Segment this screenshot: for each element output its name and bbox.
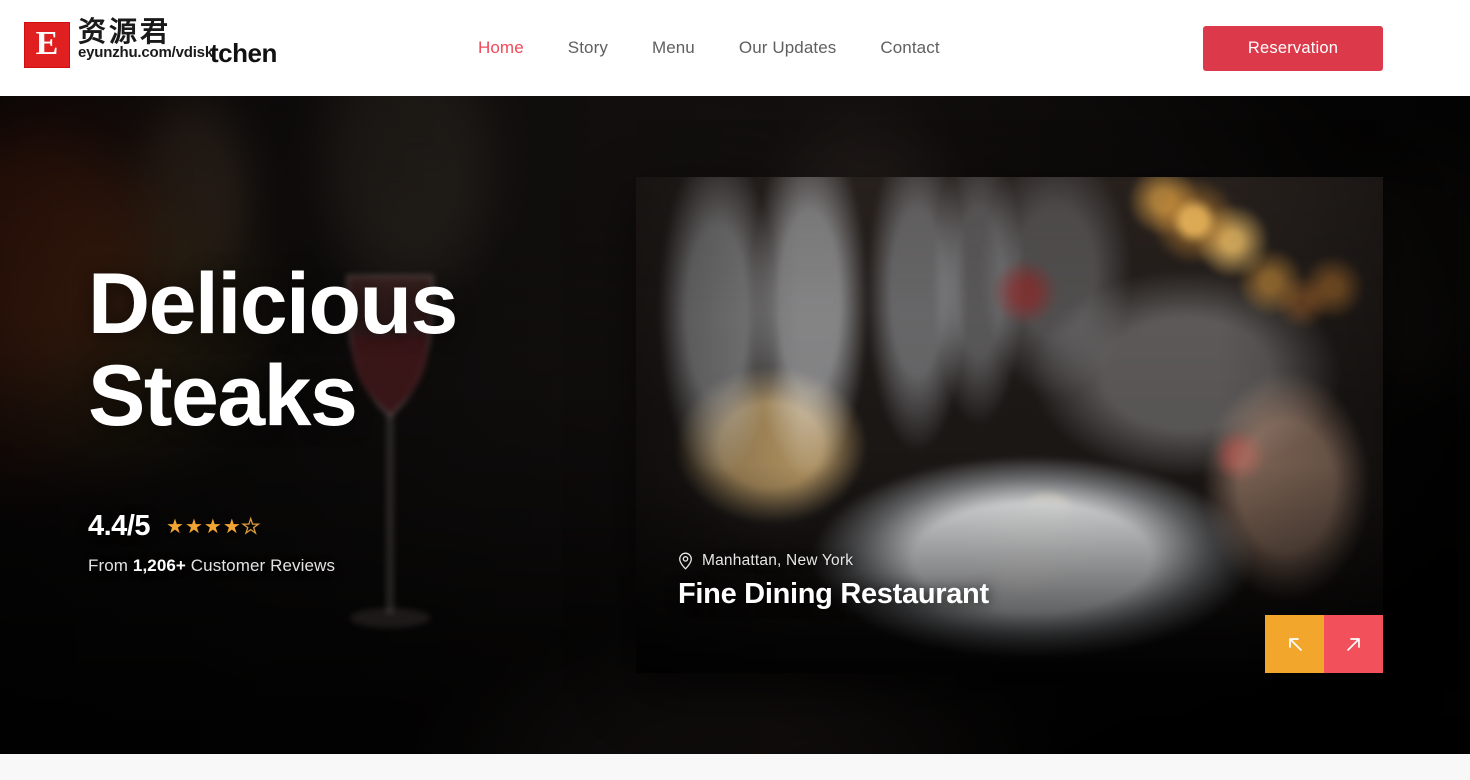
nav-item-story[interactable]: Story <box>568 38 608 58</box>
main-navigation: Home Story Menu Our Updates Contact <box>478 0 940 96</box>
carousel-controls <box>1265 615 1383 673</box>
card-caption: Manhattan, New York Fine Dining Restaura… <box>678 552 989 611</box>
map-pin-icon <box>679 552 692 570</box>
rating-row: 4.4/5 ★ ★ ★ ★ ★ <box>88 510 608 543</box>
rating-subtitle: From 1,206+ Customer Reviews <box>88 556 608 576</box>
card-location-text: Manhattan, New York <box>702 552 854 569</box>
hero-title: Delicious Steaks <box>88 258 608 442</box>
card-location: Manhattan, New York <box>678 552 989 570</box>
watermark-text: 资源君 eyunzhu.com/vdisk <box>78 17 213 62</box>
brand-name: tchen <box>210 38 277 68</box>
watermark-badge-icon: E <box>24 22 70 68</box>
hero-content: Delicious Steaks 4.4/5 ★ ★ ★ ★ ★ From 1,… <box>88 258 608 576</box>
star-empty-icon: ★ <box>241 515 260 538</box>
nav-item-menu[interactable]: Menu <box>652 38 695 58</box>
carousel-next-button[interactable] <box>1324 615 1383 673</box>
arrow-up-left-icon <box>1288 638 1302 651</box>
hero-section: Delicious Steaks 4.4/5 ★ ★ ★ ★ ★ From 1,… <box>0 96 1470 754</box>
star-filled-icon: ★ <box>184 515 203 538</box>
landing-page: tchen E 资源君 eyunzhu.com/vdisk Home Story… <box>0 0 1470 780</box>
star-filled-icon: ★ <box>166 515 184 538</box>
card-title: Fine Dining Restaurant <box>678 578 989 610</box>
reviews-count: 1,206+ <box>132 556 186 576</box>
next-section <box>0 754 1470 780</box>
watermark-cn-text: 资源君 <box>78 17 172 48</box>
hero-title-line-2: Steaks <box>88 348 358 445</box>
watermark-overlay: E 资源君 eyunzhu.com/vdisk <box>24 18 213 68</box>
nav-item-our-updates[interactable]: Our Updates <box>739 38 836 58</box>
arrow-up-right-icon <box>1346 638 1360 651</box>
watermark-url-text: eyunzhu.com/vdisk <box>78 44 213 62</box>
star-filled-icon: ★ <box>203 515 222 538</box>
star-filled-icon: ★ <box>222 515 241 538</box>
reservation-button[interactable]: Reservation <box>1203 26 1383 71</box>
hero-title-line-1: Delicious <box>88 256 458 352</box>
reviews-prefix: From <box>88 556 133 576</box>
rating-score: 4.4/5 <box>88 510 151 543</box>
carousel-prev-button[interactable] <box>1265 615 1324 673</box>
reviews-suffix: Customer Reviews <box>185 556 336 576</box>
site-header: tchen E 资源君 eyunzhu.com/vdisk Home Story… <box>0 0 1470 96</box>
featured-restaurant-card[interactable]: Manhattan, New York Fine Dining Restaura… <box>636 177 1383 673</box>
watermark-badge-letter: E <box>35 25 59 62</box>
rating-stars: ★ ★ ★ ★ ★ <box>166 515 260 538</box>
nav-item-home[interactable]: Home <box>478 38 524 58</box>
nav-item-contact[interactable]: Contact <box>880 38 939 58</box>
